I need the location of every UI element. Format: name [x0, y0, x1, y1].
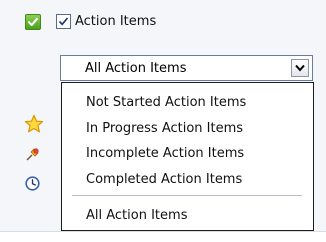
select-value: All Action Items: [85, 61, 187, 76]
action-items-checkbox[interactable]: [56, 14, 71, 29]
clock-icon[interactable]: [25, 176, 40, 191]
dropdown-separator: [72, 195, 302, 196]
green-check-icon: [25, 14, 41, 30]
panel-divider: [0, 231, 326, 232]
option-completed[interactable]: Completed Action Items: [86, 171, 242, 188]
option-in-progress[interactable]: In Progress Action Items: [86, 120, 243, 137]
star-icon[interactable]: [24, 114, 44, 134]
chevron-down-icon[interactable]: [291, 59, 309, 77]
pushpin-icon[interactable]: [25, 146, 41, 162]
action-items-select[interactable]: All Action Items: [60, 55, 313, 81]
option-all[interactable]: All Action Items: [86, 207, 187, 224]
action-items-label[interactable]: Action Items: [75, 13, 156, 30]
option-incomplete[interactable]: Incomplete Action Items: [86, 145, 244, 162]
select-dropdown-list: Not Started Action Items In Progress Act…: [61, 82, 314, 231]
action-items-panel: Action Items All Action Items Not Starte…: [0, 0, 326, 242]
option-not-started[interactable]: Not Started Action Items: [86, 94, 246, 111]
